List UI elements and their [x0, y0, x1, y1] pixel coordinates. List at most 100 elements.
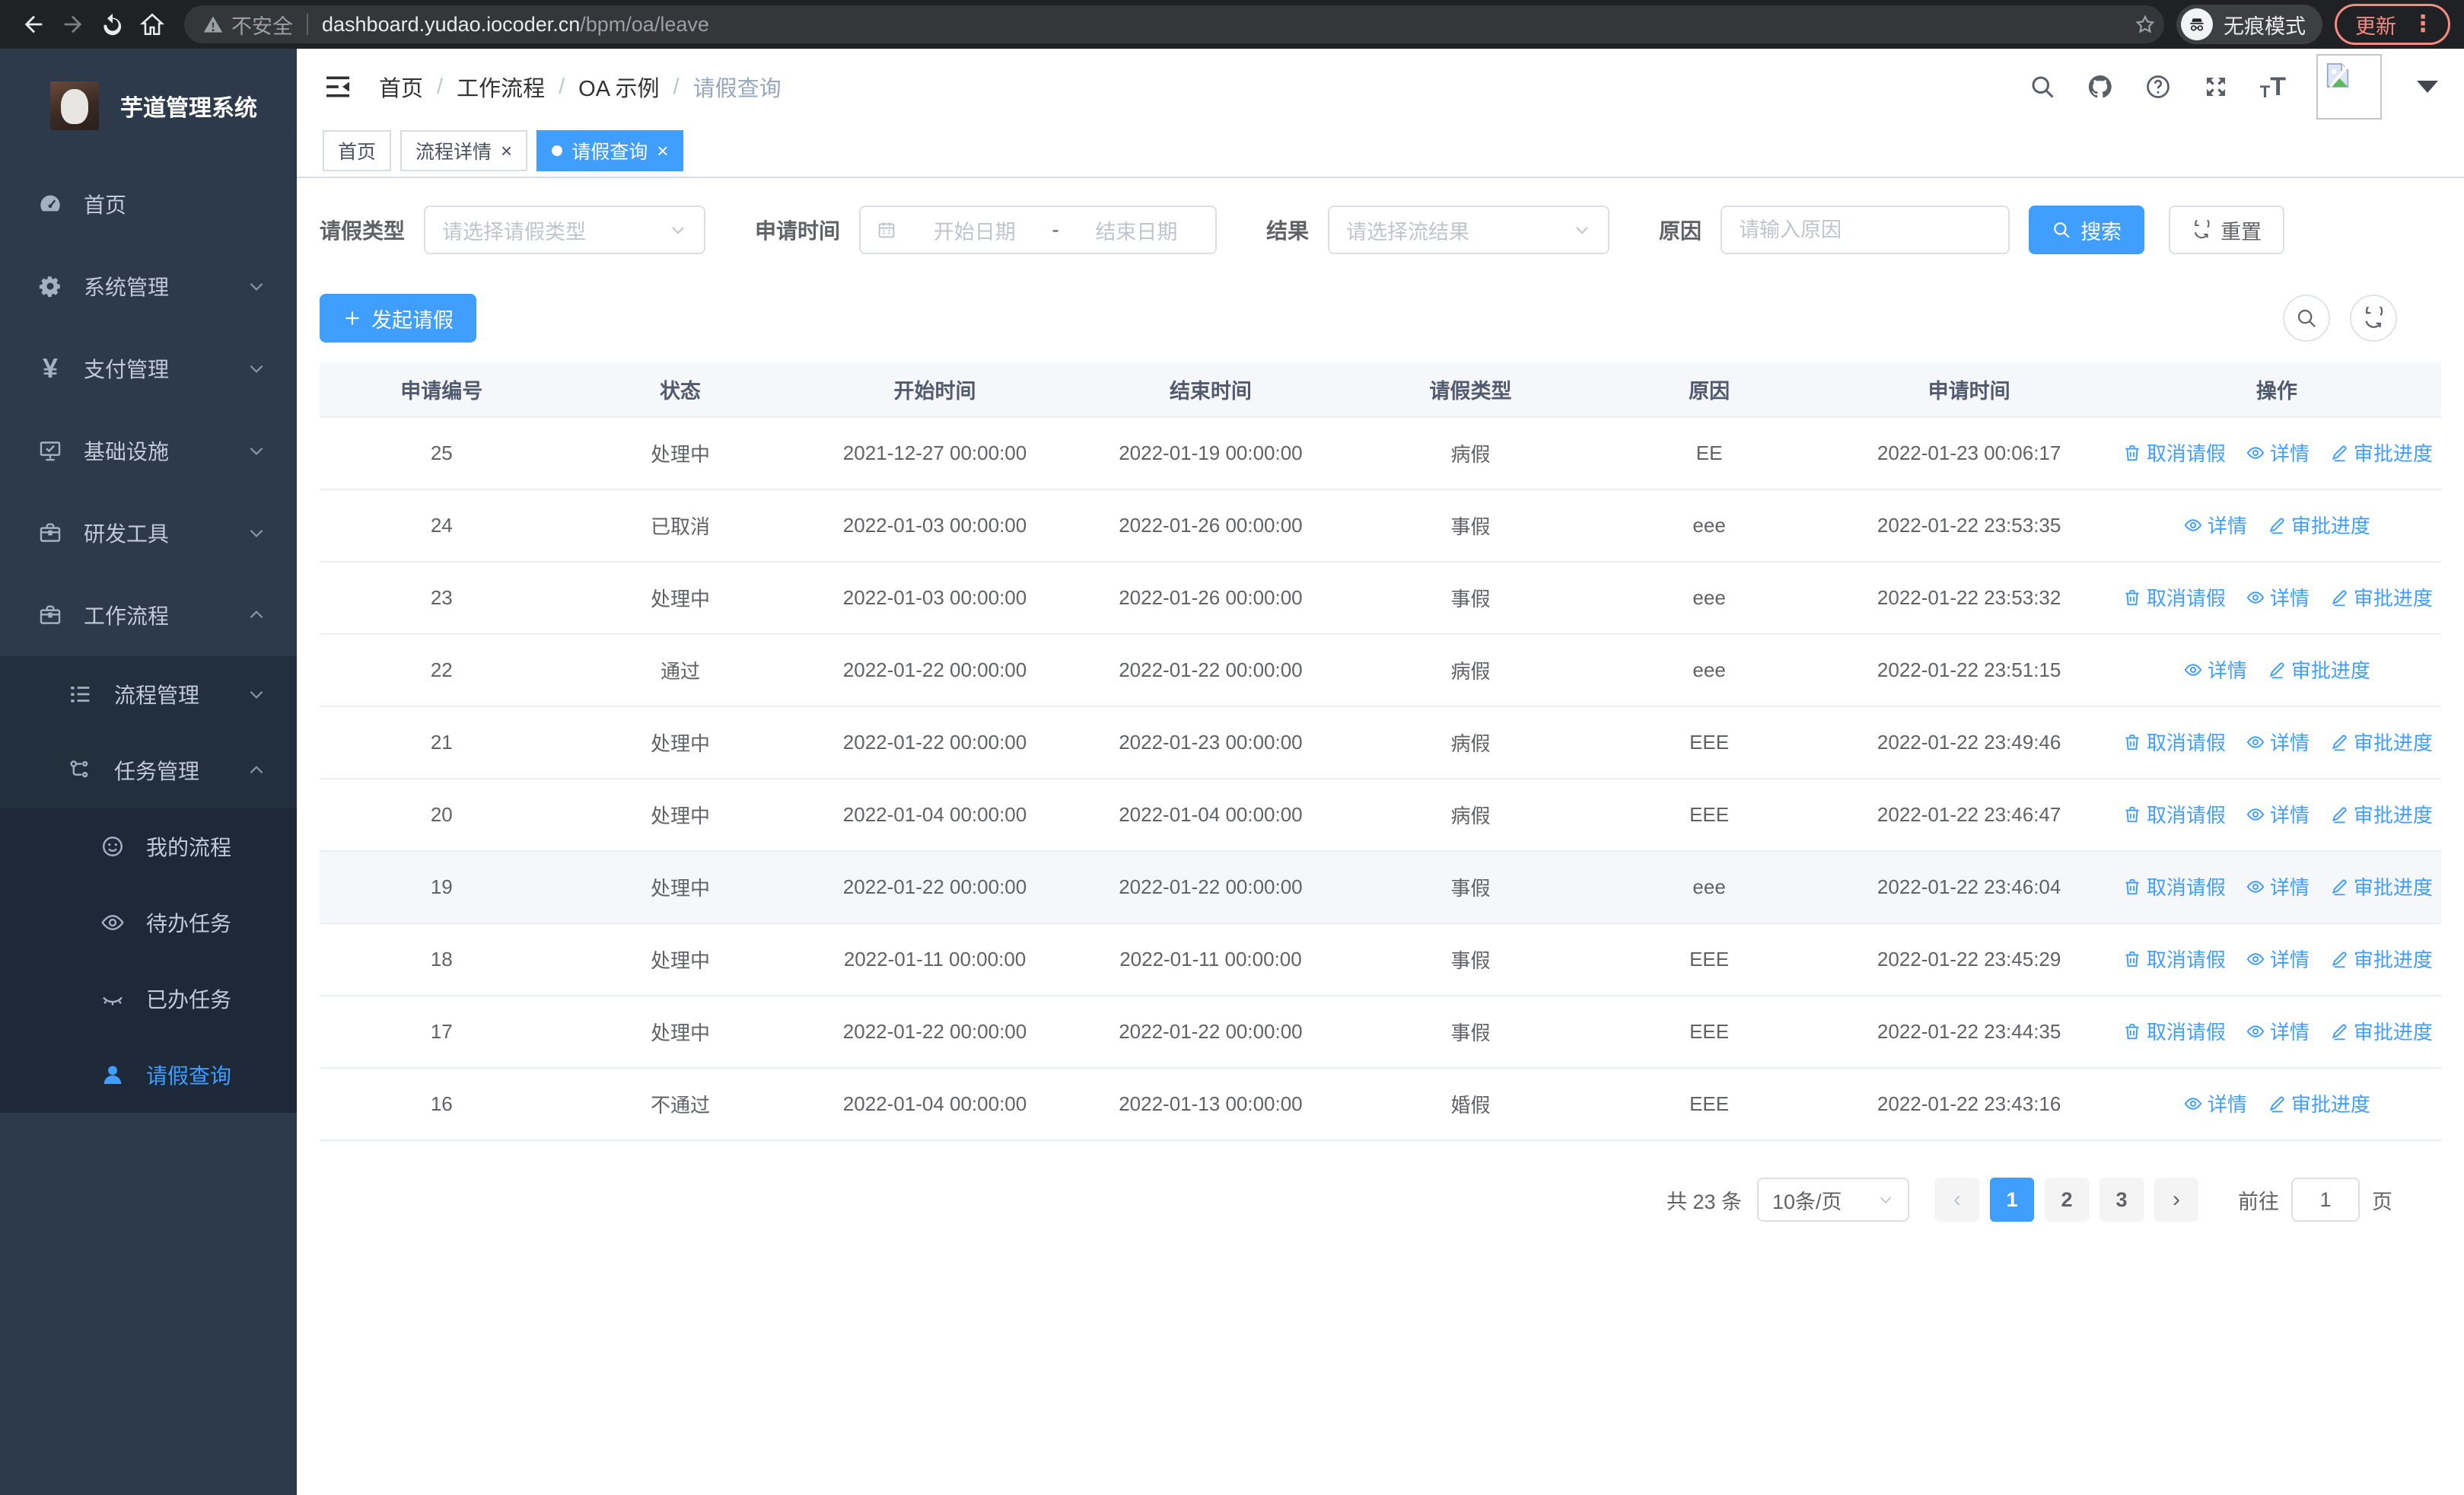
table-row[interactable]: 16 不通过 2022-01-04 00:00:00 2022-01-13 00… [320, 1068, 2441, 1141]
active-dot [552, 145, 563, 156]
browser-forward-icon[interactable] [53, 5, 93, 44]
table-row[interactable]: 17 处理中 2022-01-22 00:00:00 2022-01-22 00… [320, 996, 2441, 1069]
sidebar-item-process-mgmt[interactable]: 流程管理 [0, 656, 297, 732]
action-progress-link[interactable]: 审批进度 [2329, 438, 2433, 467]
action-cancel-leave-link[interactable]: 取消请假 [2122, 728, 2226, 756]
action-detail-link[interactable]: 详情 [2183, 1089, 2247, 1117]
browser-menu-icon[interactable]: ⋮ [2411, 13, 2434, 36]
table-row[interactable]: 18 处理中 2022-01-11 00:00:00 2022-01-11 00… [320, 923, 2441, 996]
sidebar-item-task-mgmt[interactable]: 任务管理 [0, 732, 297, 808]
reset-button[interactable]: 重置 [2169, 206, 2285, 254]
sidebar-item-infra[interactable]: 基础设施 [0, 410, 297, 492]
action-detail-link[interactable]: 详情 [2183, 511, 2247, 539]
next-page-button[interactable]: › [2154, 1178, 2198, 1222]
avatar[interactable] [2316, 54, 2382, 120]
eye-icon [2246, 447, 2265, 459]
cell-leave-type: 病假 [1348, 634, 1593, 707]
leave-table: 申请编号 状态 开始时间 结束时间 请假类型 原因 申请时间 操作 25 处理中… [320, 362, 2441, 1141]
address-bar[interactable]: 不安全 dashboard.yudao.iocoder.cn /bpm/oa/l… [184, 5, 2164, 43]
table-row[interactable]: 24 已取消 2022-01-03 00:00:00 2022-01-26 00… [320, 489, 2441, 563]
col-header: 开始时间 [797, 362, 1073, 418]
close-icon[interactable]: × [501, 141, 512, 161]
breadcrumb-item[interactable]: 首页 [379, 71, 423, 103]
page-button-1[interactable]: 1 [1990, 1178, 2034, 1222]
search-icon[interactable] [2029, 73, 2056, 100]
sidebar-toggle-icon[interactable] [323, 70, 356, 104]
cell-apply-time: 2022-01-22 23:43:16 [1826, 1068, 2112, 1141]
browser-home-icon[interactable] [132, 5, 172, 44]
action-cancel-leave-link[interactable]: 取消请假 [2122, 872, 2226, 901]
page-button-3[interactable]: 3 [2099, 1178, 2144, 1222]
table-row[interactable]: 20 处理中 2022-01-04 00:00:00 2022-01-04 00… [320, 779, 2441, 852]
fullscreen-icon[interactable] [2202, 73, 2230, 100]
avatar-caret-icon[interactable] [2417, 81, 2438, 93]
close-icon[interactable]: × [657, 141, 668, 161]
tab-process-detail[interactable]: 流程详情 × [400, 130, 528, 171]
table-row[interactable]: 25 处理中 2021-12-27 00:00:00 2022-01-19 00… [320, 417, 2441, 490]
page-size-select[interactable]: 10条/页 [1757, 1178, 1909, 1222]
table-row[interactable]: 22 通过 2022-01-22 00:00:00 2022-01-22 00:… [320, 634, 2441, 707]
action-detail-link[interactable]: 详情 [2183, 655, 2247, 684]
apply-time-range-picker[interactable]: 开始日期 - 结束日期 [859, 206, 1218, 254]
browser-back-icon[interactable] [14, 5, 53, 44]
action-progress-link[interactable]: 审批进度 [2267, 655, 2370, 684]
font-size-icon[interactable]: TT [2260, 72, 2286, 102]
browser-reload-icon[interactable] [93, 5, 132, 44]
action-detail-link[interactable]: 详情 [2246, 872, 2310, 901]
action-detail-link[interactable]: 详情 [2246, 800, 2310, 828]
action-detail-link[interactable]: 详情 [2246, 583, 2310, 611]
action-progress-link[interactable]: 审批进度 [2329, 800, 2433, 828]
tab-home[interactable]: 首页 [323, 130, 392, 171]
action-detail-link[interactable]: 详情 [2246, 1017, 2310, 1045]
action-cancel-leave-link[interactable]: 取消请假 [2122, 945, 2226, 973]
action-cancel-leave-link[interactable]: 取消请假 [2122, 800, 2226, 828]
tab-leave-query[interactable]: 请假查询 × [536, 130, 684, 171]
table-row[interactable]: 23 处理中 2022-01-03 00:00:00 2022-01-26 00… [320, 562, 2441, 635]
search-button[interactable]: 搜索 [2029, 206, 2145, 254]
sidebar-item-system[interactable]: 系统管理 [0, 245, 297, 327]
help-icon[interactable] [2144, 73, 2172, 100]
action-detail-link[interactable]: 详情 [2246, 945, 2310, 973]
breadcrumb-item[interactable]: OA 示例 [578, 71, 659, 103]
sidebar-item-workflow[interactable]: 工作流程 [0, 574, 297, 656]
action-progress-link[interactable]: 审批进度 [2267, 511, 2370, 539]
action-progress-link[interactable]: 审批进度 [2267, 1089, 2370, 1117]
sidebar-item-devtools[interactable]: 研发工具 [0, 492, 297, 574]
total-count: 共 23 条 [1666, 1190, 1742, 1213]
table-row[interactable]: 21 处理中 2022-01-22 00:00:00 2022-01-23 00… [320, 706, 2441, 779]
reason-input[interactable] [1721, 206, 2010, 254]
action-cancel-leave-link[interactable]: 取消请假 [2122, 438, 2226, 467]
sidebar-item-leave-query[interactable]: 请假查询 [0, 1037, 297, 1113]
page-button-2[interactable]: 2 [2045, 1178, 2089, 1222]
action-detail-link[interactable]: 详情 [2246, 438, 2310, 467]
result-select[interactable]: 请选择流结果 [1328, 206, 1610, 254]
action-progress-link[interactable]: 审批进度 [2329, 583, 2433, 611]
security-warning[interactable]: 不安全 [202, 10, 293, 40]
action-progress-link[interactable]: 审批进度 [2329, 728, 2433, 756]
toggle-search-button[interactable] [2283, 295, 2330, 342]
breadcrumb-item[interactable]: 工作流程 [457, 71, 545, 103]
goto-page-input[interactable] [2291, 1178, 2360, 1222]
action-progress-link[interactable]: 审批进度 [2329, 872, 2433, 901]
sidebar-item-my-process[interactable]: 我的流程 [0, 808, 297, 885]
sidebar-item-payment[interactable]: ¥ 支付管理 [0, 327, 297, 410]
create-leave-button[interactable]: 发起请假 [320, 294, 476, 343]
leave-type-select[interactable]: 请选择请假类型 [424, 206, 706, 254]
action-progress-link[interactable]: 审批进度 [2329, 945, 2433, 973]
sidebar-logo[interactable]: 芋道管理系统 [0, 49, 297, 163]
refresh-table-button[interactable] [2350, 295, 2397, 342]
sidebar-item-home[interactable]: 首页 [0, 163, 297, 245]
cell-actions: 取消请假 详情 审批进度 [2112, 851, 2441, 924]
prev-page-button[interactable]: ‹ [1935, 1178, 1979, 1222]
tab-label: 请假查询 [571, 142, 648, 163]
table-row[interactable]: 19 处理中 2022-01-22 00:00:00 2022-01-22 00… [320, 851, 2441, 924]
bookmark-star-icon[interactable] [2134, 13, 2157, 36]
sidebar-item-todo-tasks[interactable]: 待办任务 [0, 885, 297, 961]
action-cancel-leave-link[interactable]: 取消请假 [2122, 583, 2226, 611]
action-progress-link[interactable]: 审批进度 [2329, 1017, 2433, 1045]
browser-update-button[interactable]: 更新 ⋮ [2335, 4, 2450, 45]
action-detail-link[interactable]: 详情 [2246, 728, 2310, 756]
sidebar-item-done-tasks[interactable]: 已办任务 [0, 961, 297, 1037]
action-cancel-leave-link[interactable]: 取消请假 [2122, 1017, 2226, 1045]
github-icon[interactable] [2087, 73, 2114, 100]
